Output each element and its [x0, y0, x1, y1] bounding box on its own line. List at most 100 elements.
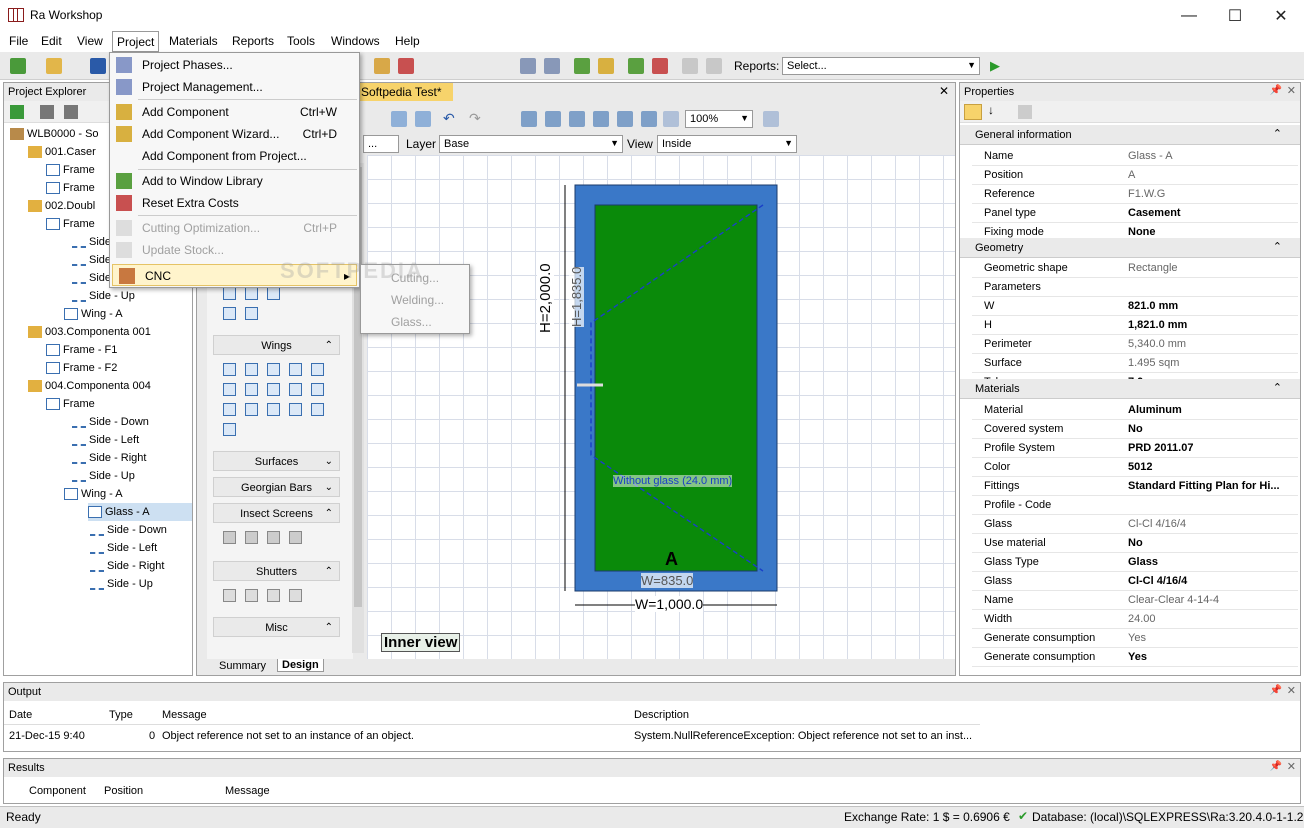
tree-item[interactable]: Side - Right [72, 449, 146, 467]
close-button[interactable]: ✕ [1258, 0, 1304, 31]
tree-item[interactable]: Frame [46, 395, 95, 413]
screen-icon[interactable] [289, 531, 302, 544]
property-row[interactable]: Covered system No [972, 420, 1298, 439]
component-icon[interactable] [598, 58, 614, 74]
drawing-canvas[interactable]: H=2,000.0 H=1,835.0 Without glass (24.0 … [367, 155, 955, 659]
menu-file[interactable]: File [9, 34, 28, 48]
wing-type-icon[interactable] [223, 423, 236, 436]
tree-item[interactable]: Side [72, 233, 111, 251]
column-message[interactable]: Message [225, 785, 270, 797]
shape-icon[interactable] [223, 307, 236, 320]
minimize-button[interactable]: — [1166, 0, 1212, 31]
wing-type-icon[interactable] [311, 383, 324, 396]
zoom-window-icon[interactable] [593, 111, 609, 127]
new-icon[interactable] [10, 58, 26, 74]
shape-icon[interactable] [267, 287, 280, 300]
tree-item[interactable]: Side - Left [72, 431, 139, 449]
wing-type-icon[interactable] [223, 403, 236, 416]
toolbar-tool-icon[interactable] [374, 58, 390, 74]
tab-softpedia-test[interactable]: Softpedia Test* [357, 83, 453, 101]
property-row[interactable]: Generate consumption Yes [972, 648, 1298, 667]
pin-icon[interactable]: 📌 [1270, 85, 1282, 96]
column-message[interactable]: Message [162, 709, 207, 721]
tab-design[interactable]: Design [277, 659, 324, 672]
wing-type-icon[interactable] [289, 383, 302, 396]
palette-section-misc[interactable]: Misc ⌃ [213, 617, 340, 637]
tool-icon[interactable] [415, 111, 431, 127]
settings-icon[interactable] [544, 58, 560, 74]
categorized-icon[interactable] [964, 104, 982, 120]
section-general-information[interactable]: General information ⌃ [960, 125, 1300, 145]
close-document-icon[interactable]: ✕ [939, 84, 949, 98]
zoom-in-icon[interactable] [521, 111, 537, 127]
expand-icon[interactable] [40, 105, 54, 119]
wing-type-icon[interactable] [245, 383, 258, 396]
wing-type-icon[interactable] [267, 403, 280, 416]
toolbar-tool2-icon[interactable] [398, 58, 414, 74]
wing-type-icon[interactable] [267, 383, 280, 396]
shutter-icon[interactable] [223, 589, 236, 602]
wing-type-icon[interactable] [245, 403, 258, 416]
tree-item[interactable]: Frame - F2 [46, 359, 117, 377]
property-row[interactable]: Color 5012 [972, 458, 1298, 477]
save-icon[interactable] [90, 58, 106, 74]
add-icon[interactable] [574, 58, 590, 74]
wing-type-icon[interactable] [311, 363, 324, 376]
palette-section-insect-screens[interactable]: Insect Screens ⌃ [213, 503, 340, 523]
menu-view[interactable]: View [77, 34, 103, 48]
menu-project[interactable]: Project [112, 31, 160, 52]
property-row[interactable]: Parameters [972, 278, 1298, 297]
pin-icon[interactable]: 📌 [1270, 761, 1282, 772]
menu-item-add-to-window-library[interactable]: Add to Window Library [110, 170, 359, 192]
column-position[interactable]: Position [104, 785, 143, 797]
shape-icon[interactable] [245, 307, 258, 320]
table-row[interactable]: 21-Dec-15 9:40 0 Object reference not se… [4, 725, 980, 747]
shutter-icon[interactable] [245, 589, 258, 602]
collapse-icon[interactable] [64, 105, 78, 119]
glass-pane[interactable] [594, 204, 758, 572]
zoom-plus-icon[interactable] [663, 111, 679, 127]
column-type[interactable]: Type [109, 709, 133, 721]
property-row[interactable]: Material Aluminum [972, 401, 1298, 420]
menu-help[interactable]: Help [395, 34, 420, 48]
property-row[interactable]: Profile - Code [972, 496, 1298, 515]
close-icon[interactable]: ✕ [1287, 84, 1296, 97]
column-component[interactable]: Component [29, 785, 86, 797]
tree-item[interactable]: Side - Up [72, 467, 135, 485]
palette-section-wings[interactable]: Wings ⌃ [213, 335, 340, 355]
menu-item-add-component-wizard[interactable]: Add Component Wizard... Ctrl+D [110, 123, 359, 145]
menu-edit[interactable]: Edit [41, 34, 62, 48]
tree-item[interactable]: Wing - A [64, 305, 123, 323]
tree-item[interactable]: Side - Up [90, 575, 153, 593]
close-icon[interactable]: ✕ [1287, 760, 1296, 773]
menu-item-project-phases[interactable]: Project Phases... [110, 54, 359, 76]
palette-section-surfaces[interactable]: Surfaces ⌄ [213, 451, 340, 471]
zoom-extents-icon[interactable] [641, 111, 657, 127]
property-row[interactable]: W 821.0 mm [972, 297, 1298, 316]
pin-icon[interactable]: 📌 [1270, 685, 1282, 696]
zoom-icon[interactable] [617, 111, 633, 127]
section-materials[interactable]: Materials ⌃ [960, 379, 1300, 399]
menu-item-add-component-from-project[interactable]: Add Component from Project... [110, 145, 359, 167]
screen-icon[interactable] [267, 531, 280, 544]
tree-item-selected[interactable]: Glass - A [88, 503, 192, 521]
property-row[interactable]: Surface 1.495 sqm [972, 354, 1298, 373]
tree-item[interactable]: Frame [46, 179, 95, 197]
tree-item[interactable]: Side [72, 251, 111, 269]
tree-item[interactable]: Frame - F1 [46, 341, 117, 359]
left-combo[interactable]: ... [363, 135, 399, 153]
tree-item[interactable]: Side - Left [90, 539, 157, 557]
close-icon[interactable]: ✕ [1287, 684, 1296, 697]
menu-windows[interactable]: Windows [331, 34, 380, 48]
section-geometry[interactable]: Geometry ⌃ [960, 238, 1300, 258]
property-row[interactable]: Glass Cl-Cl 4/16/4 [972, 515, 1298, 534]
property-pages-icon[interactable] [1018, 105, 1032, 119]
screen-icon[interactable] [223, 531, 236, 544]
property-row[interactable]: Position A [972, 166, 1298, 185]
reports-select[interactable]: Select... ▼ [782, 57, 980, 75]
tree-item[interactable]: Side - Right [90, 557, 164, 575]
menu-tools[interactable]: Tools [287, 34, 315, 48]
property-row[interactable]: Perimeter 5,340.0 mm [972, 335, 1298, 354]
property-row[interactable]: Name Clear-Clear 4-14-4 [972, 591, 1298, 610]
view-select[interactable]: Inside ▼ [657, 135, 797, 153]
